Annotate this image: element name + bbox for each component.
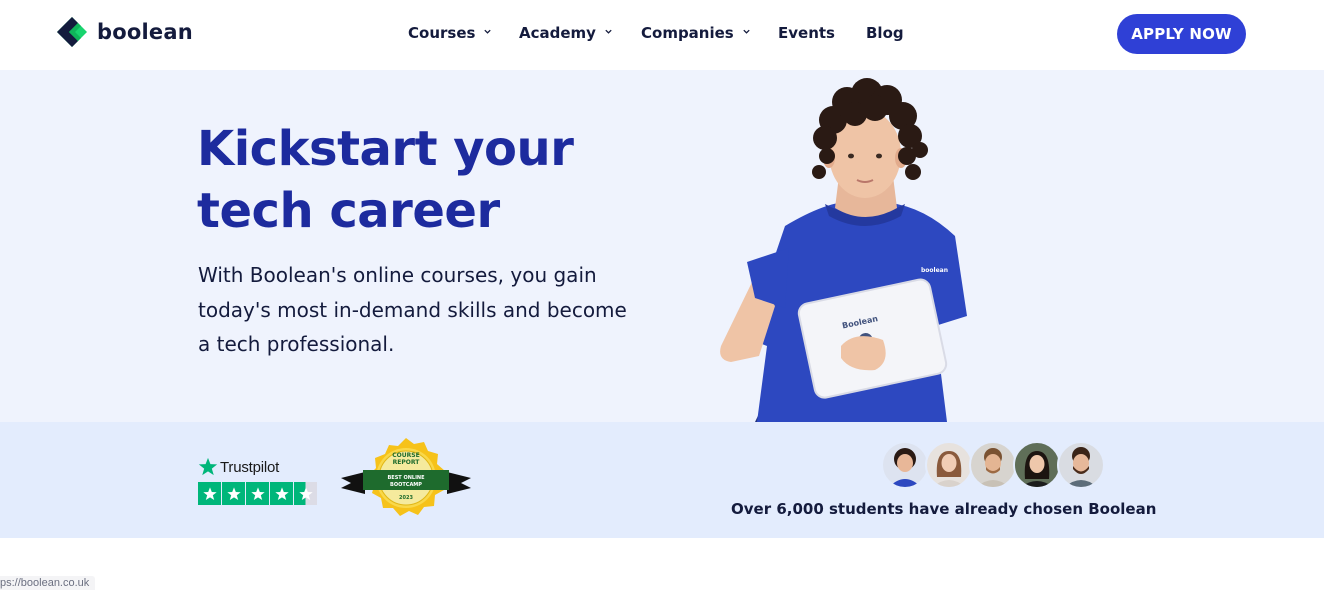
hero-subtitle-line: With Boolean's online courses, you gain: [198, 263, 597, 287]
badge-line-3: BEST ONLINE: [387, 475, 425, 481]
trustpilot-brand-label: Trustpilot: [220, 458, 280, 476]
avatar: [925, 441, 973, 489]
avatar: [969, 441, 1017, 489]
hero-subtitle-line: today's most in-demand skills and become: [198, 297, 627, 322]
badge-line-1: COURSE: [392, 452, 419, 459]
student-avatars: [881, 441, 1111, 489]
social-proof-strip: Trustpilot COURSE REPORT BEST ONLINE BOO…: [0, 422, 1324, 538]
trustpilot-brand: Trustpilot: [198, 456, 320, 478]
star-icon: [246, 482, 269, 505]
star-half-icon: [294, 482, 317, 505]
hero-student-image: Boolean boolean: [720, 78, 967, 422]
star-icon: [270, 482, 293, 505]
nav-academy[interactable]: Academy: [519, 24, 613, 42]
trustpilot-stars: [198, 482, 320, 505]
apply-now-button[interactable]: APPLY NOW: [1117, 14, 1246, 54]
hero-title: Kickstart your tech career: [197, 118, 657, 242]
hero-section: Kickstart your tech career With Boolean'…: [0, 70, 1324, 422]
nav-courses-label: Courses: [408, 24, 476, 42]
course-report-badge[interactable]: COURSE REPORT BEST ONLINE BOOTCAMP 2023: [341, 436, 471, 520]
nav-blog[interactable]: Blog: [866, 24, 904, 42]
nav-courses[interactable]: Courses: [408, 24, 492, 42]
hero-subtitle: With Boolean's online courses, you gain …: [198, 258, 648, 362]
hero-title-line: Kickstart your: [197, 121, 574, 177]
nav-companies[interactable]: Companies: [641, 24, 751, 42]
shirt-logo-text: boolean: [921, 267, 948, 274]
nav-blog-label: Blog: [866, 24, 904, 42]
avatar: [1013, 441, 1061, 489]
hero-title-line: tech career: [197, 183, 500, 239]
nav-events-label: Events: [778, 24, 835, 42]
badge-year: 2023: [399, 495, 413, 501]
status-bar-url: ps://boolean.co.uk: [0, 576, 96, 590]
badge-line-2: REPORT: [393, 459, 421, 466]
nav-academy-label: Academy: [519, 24, 596, 42]
site-header: boolean Courses Academy Companies Events…: [0, 0, 1324, 70]
chevron-down-icon: [743, 29, 750, 34]
trustpilot-star-icon: [198, 457, 218, 476]
avatar: [881, 441, 929, 489]
avatar: [1057, 441, 1105, 489]
nav-events[interactable]: Events: [778, 24, 835, 42]
chevron-down-icon: [484, 29, 492, 34]
students-count-text: Over 6,000 students have already chosen …: [731, 500, 1157, 518]
trustpilot-rating[interactable]: Trustpilot: [198, 456, 320, 505]
hero-subtitle-line: a tech professional.: [198, 332, 395, 356]
star-icon: [222, 482, 245, 505]
star-icon: [198, 482, 221, 505]
nav-companies-label: Companies: [641, 24, 734, 42]
chevron-down-icon: [605, 29, 612, 34]
badge-line-4: BOOTCAMP: [390, 482, 422, 488]
